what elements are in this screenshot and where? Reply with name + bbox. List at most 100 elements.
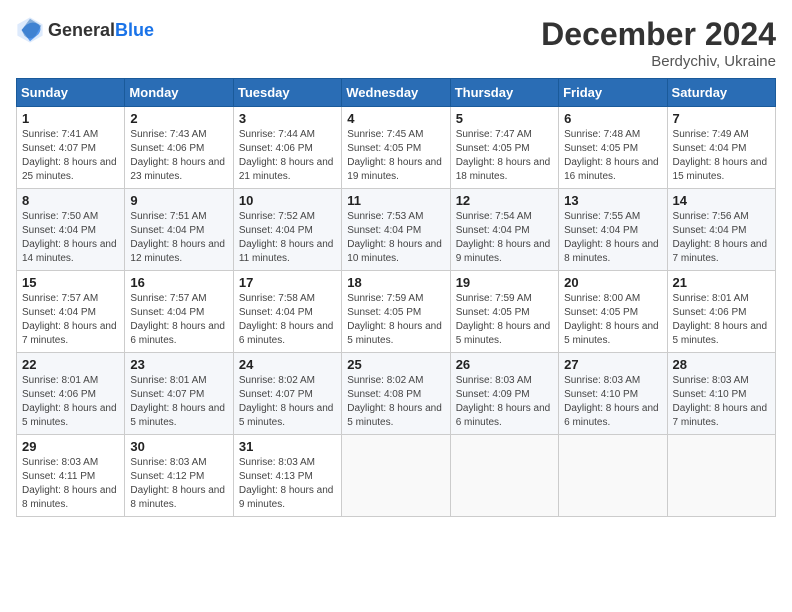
table-row: 4 Sunrise: 7:45 AMSunset: 4:05 PMDaylight… (342, 107, 450, 189)
day-number: 22 (22, 357, 119, 372)
table-row: 28 Sunrise: 8:03 AMSunset: 4:10 PMDayligh… (667, 353, 775, 435)
table-row: 12 Sunrise: 7:54 AMSunset: 4:04 PMDayligh… (450, 189, 558, 271)
table-row: 17Sunrise: 7:58 AMSunset: 4:04 PMDayligh… (233, 271, 341, 353)
day-info: Sunrise: 7:49 AMSunset: 4:04 PMDaylight:… (673, 128, 770, 184)
day-info: Sunrise: 8:03 AMSunset: 4:10 PMDaylight:… (673, 374, 770, 430)
calendar-week-row: 8 Sunrise: 7:50 AMSunset: 4:04 PMDaylight… (17, 189, 776, 271)
col-thursday: Thursday (450, 79, 558, 107)
day-number: 23 (130, 357, 227, 372)
table-row: 27 Sunrise: 8:03 AMSunset: 4:10 PMDayligh… (559, 353, 667, 435)
day-number: 31 (239, 439, 336, 454)
day-info: Sunrise: 7:48 AMSunset: 4:05 PMDaylight:… (564, 128, 661, 184)
day-number: 25 (347, 357, 444, 372)
day-info: Sunrise: 7:56 AMSunset: 4:04 PMDaylight:… (673, 210, 770, 266)
day-number: 4 (347, 111, 444, 126)
day-info: Sunrise: 7:55 AMSunset: 4:04 PMDaylight:… (564, 210, 661, 266)
day-info: Sunrise: 7:41 AMSunset: 4:07 PMDaylight:… (22, 128, 119, 184)
day-number: 30 (130, 439, 227, 454)
table-row: 3Sunrise: 7:44 AMSunset: 4:06 PMDaylight… (233, 107, 341, 189)
table-row: 16 Sunrise: 7:57 AMSunset: 4:04 PMDayligh… (125, 271, 233, 353)
col-sunday: Sunday (17, 79, 125, 107)
day-info: Sunrise: 7:54 AMSunset: 4:04 PMDaylight:… (456, 210, 553, 266)
day-info: Sunrise: 7:51 AMSunset: 4:04 PMDaylight:… (130, 210, 227, 266)
day-info: Sunrise: 8:02 AMSunset: 4:07 PMDaylight:… (239, 374, 336, 430)
day-number: 27 (564, 357, 661, 372)
day-info: Sunrise: 7:57 AMSunset: 4:04 PMDaylight:… (22, 292, 119, 348)
day-info: Sunrise: 8:01 AMSunset: 4:06 PMDaylight:… (673, 292, 770, 348)
table-row: 30Sunrise: 8:03 AMSunset: 4:12 PMDayligh… (125, 435, 233, 517)
table-row: 13 Sunrise: 7:55 AMSunset: 4:04 PMDayligh… (559, 189, 667, 271)
day-number: 28 (673, 357, 770, 372)
day-number: 20 (564, 275, 661, 290)
table-row: 29Sunrise: 8:03 AMSunset: 4:11 PMDayligh… (17, 435, 125, 517)
table-row: 11 Sunrise: 7:53 AMSunset: 4:04 PMDayligh… (342, 189, 450, 271)
day-info: Sunrise: 8:03 AMSunset: 4:09 PMDaylight:… (456, 374, 553, 430)
day-number: 5 (456, 111, 553, 126)
month-title: December 2024 (541, 16, 776, 53)
day-info: Sunrise: 7:59 AMSunset: 4:05 PMDaylight:… (347, 292, 444, 348)
day-info: Sunrise: 7:45 AMSunset: 4:05 PMDaylight:… (347, 128, 444, 184)
table-row: 1 Sunrise: 7:41 AMSunset: 4:07 PMDaylight… (17, 107, 125, 189)
day-number: 14 (673, 193, 770, 208)
day-number: 19 (456, 275, 553, 290)
table-row: 5Sunrise: 7:47 AMSunset: 4:05 PMDaylight… (450, 107, 558, 189)
logo: GeneralBlue (16, 16, 154, 44)
day-info: Sunrise: 8:03 AMSunset: 4:10 PMDaylight:… (564, 374, 661, 430)
day-number: 12 (456, 193, 553, 208)
day-number: 10 (239, 193, 336, 208)
table-row: 14 Sunrise: 7:56 AMSunset: 4:04 PMDayligh… (667, 189, 775, 271)
day-number: 7 (673, 111, 770, 126)
day-info: Sunrise: 7:53 AMSunset: 4:04 PMDaylight:… (347, 210, 444, 266)
day-number: 1 (22, 111, 119, 126)
day-number: 11 (347, 193, 444, 208)
calendar-week-row: 15 Sunrise: 7:57 AMSunset: 4:04 PMDayligh… (17, 271, 776, 353)
col-saturday: Saturday (667, 79, 775, 107)
day-number: 15 (22, 275, 119, 290)
day-info: Sunrise: 8:01 AMSunset: 4:06 PMDaylight:… (22, 374, 119, 430)
table-row: 26Sunrise: 8:03 AMSunset: 4:09 PMDayligh… (450, 353, 558, 435)
table-row: 19 Sunrise: 7:59 AMSunset: 4:05 PMDayligh… (450, 271, 558, 353)
col-friday: Friday (559, 79, 667, 107)
table-row: 7 Sunrise: 7:49 AMSunset: 4:04 PMDaylight… (667, 107, 775, 189)
day-info: Sunrise: 7:43 AMSunset: 4:06 PMDaylight:… (130, 128, 227, 184)
table-row: 6 Sunrise: 7:48 AMSunset: 4:05 PMDaylight… (559, 107, 667, 189)
table-row: 8 Sunrise: 7:50 AMSunset: 4:04 PMDaylight… (17, 189, 125, 271)
day-info: Sunrise: 8:03 AMSunset: 4:13 PMDaylight:… (239, 456, 336, 512)
day-info: Sunrise: 7:52 AMSunset: 4:04 PMDaylight:… (239, 210, 336, 266)
day-info: Sunrise: 7:57 AMSunset: 4:04 PMDaylight:… (130, 292, 227, 348)
calendar-table: Sunday Monday Tuesday Wednesday Thursday… (16, 78, 776, 517)
col-tuesday: Tuesday (233, 79, 341, 107)
day-number: 21 (673, 275, 770, 290)
table-row (450, 435, 558, 517)
table-row: 31 Sunrise: 8:03 AMSunset: 4:13 PMDayligh… (233, 435, 341, 517)
location-title: Berdychiv, Ukraine (541, 53, 776, 70)
table-row: 20Sunrise: 8:00 AMSunset: 4:05 PMDayligh… (559, 271, 667, 353)
day-number: 9 (130, 193, 227, 208)
col-monday: Monday (125, 79, 233, 107)
logo-icon (16, 16, 44, 44)
table-row: 21 Sunrise: 8:01 AMSunset: 4:06 PMDayligh… (667, 271, 775, 353)
day-info: Sunrise: 8:01 AMSunset: 4:07 PMDaylight:… (130, 374, 227, 430)
day-info: Sunrise: 7:50 AMSunset: 4:04 PMDaylight:… (22, 210, 119, 266)
day-number: 3 (239, 111, 336, 126)
calendar-week-row: 29Sunrise: 8:03 AMSunset: 4:11 PMDayligh… (17, 435, 776, 517)
calendar-week-row: 1 Sunrise: 7:41 AMSunset: 4:07 PMDaylight… (17, 107, 776, 189)
day-number: 6 (564, 111, 661, 126)
day-number: 2 (130, 111, 227, 126)
day-info: Sunrise: 7:59 AMSunset: 4:05 PMDaylight:… (456, 292, 553, 348)
day-number: 16 (130, 275, 227, 290)
col-wednesday: Wednesday (342, 79, 450, 107)
table-row: 18 Sunrise: 7:59 AMSunset: 4:05 PMDayligh… (342, 271, 450, 353)
table-row (667, 435, 775, 517)
table-row: 24 Sunrise: 8:02 AMSunset: 4:07 PMDayligh… (233, 353, 341, 435)
day-info: Sunrise: 8:03 AMSunset: 4:11 PMDaylight:… (22, 456, 119, 512)
day-number: 18 (347, 275, 444, 290)
day-number: 24 (239, 357, 336, 372)
logo-text: GeneralBlue (48, 20, 154, 41)
day-number: 13 (564, 193, 661, 208)
day-number: 8 (22, 193, 119, 208)
table-row: 10 Sunrise: 7:52 AMSunset: 4:04 PMDayligh… (233, 189, 341, 271)
table-row: 9 Sunrise: 7:51 AMSunset: 4:04 PMDaylight… (125, 189, 233, 271)
calendar-week-row: 22 Sunrise: 8:01 AMSunset: 4:06 PMDayligh… (17, 353, 776, 435)
table-row: 23 Sunrise: 8:01 AMSunset: 4:07 PMDayligh… (125, 353, 233, 435)
